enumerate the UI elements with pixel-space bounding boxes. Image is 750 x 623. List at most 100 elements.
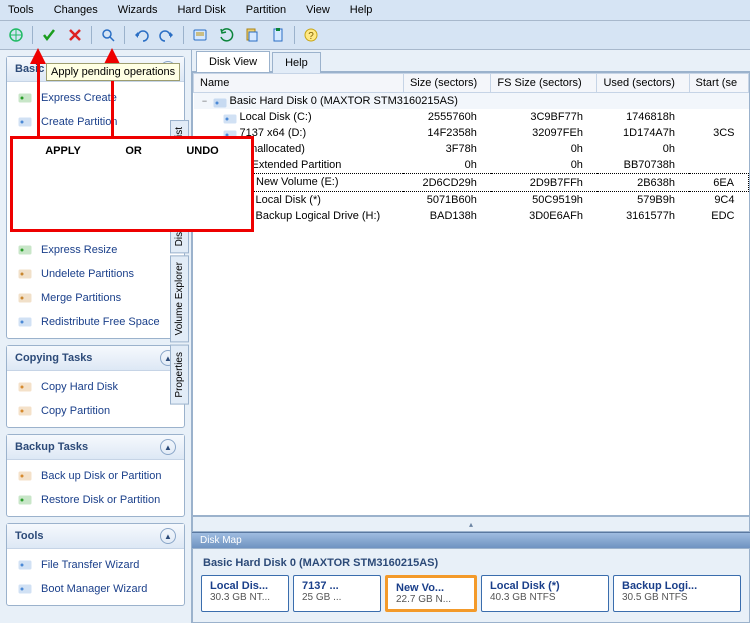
disk-map-block[interactable]: 7137 ...25 GB ...	[293, 575, 381, 612]
partition-name: Local Disk (*)	[256, 194, 321, 206]
cell-size: BAD138h	[403, 208, 490, 224]
task-create-partition[interactable]: Create Partition	[7, 110, 184, 134]
task-label: Redistribute Free Space	[41, 316, 160, 328]
panel-tools-header[interactable]: Tools ▲	[7, 524, 184, 549]
panel-tools-title: Tools	[15, 530, 44, 542]
menu-hard-disk[interactable]: Hard Disk	[173, 2, 229, 18]
disk-map-block[interactable]: Backup Logi...30.5 GB NTFS	[613, 575, 741, 612]
cell-size: 14F2358h	[403, 125, 490, 141]
task-undelete-partitions[interactable]: Undelete Partitions	[7, 262, 184, 286]
view-changes-button[interactable]	[96, 23, 120, 47]
drive-icon	[222, 111, 236, 123]
task-label: Copy Partition	[41, 405, 110, 417]
tab-disk-view[interactable]: Disk View	[196, 51, 270, 72]
cell-used: 1D174A7h	[597, 125, 689, 141]
partition-row[interactable]: -Extended Partition 0h 0h BB70738h	[194, 157, 749, 174]
task-redistribute-free-space[interactable]: Redistribute Free Space	[7, 310, 184, 334]
block-title: New Vo...	[396, 582, 466, 594]
tb-btn-d[interactable]	[266, 23, 290, 47]
task-express-resize[interactable]: Express Resize	[7, 238, 184, 262]
partition-row[interactable]: Local Disk (*) 5071B60h 50C9519h 579B9h …	[194, 191, 749, 208]
cell-fs-size: 3D0E6AFh	[491, 208, 597, 224]
redo-icon	[159, 27, 175, 43]
col-size-sectors-[interactable]: Size (sectors)	[403, 74, 490, 93]
paste-icon	[270, 27, 286, 43]
cell-start	[689, 109, 748, 125]
col-start-se[interactable]: Start (se	[689, 74, 748, 93]
magnifier-icon	[100, 27, 116, 43]
redo-button[interactable]	[155, 23, 179, 47]
block-title: Local Disk (*)	[490, 580, 600, 592]
panel-backup: Backup Tasks ▲ Back up Disk or Partition…	[6, 434, 185, 517]
menu-tools[interactable]: Tools	[4, 2, 38, 18]
tree-toggle[interactable]: −	[200, 96, 210, 106]
apply-button[interactable]	[37, 23, 61, 47]
restore-icon	[17, 492, 33, 508]
task-copy-partition[interactable]: Copy Partition	[7, 399, 184, 423]
menu-partition[interactable]: Partition	[242, 2, 290, 18]
copy-partition-icon	[17, 403, 33, 419]
separator	[294, 26, 295, 44]
panel-backup-header[interactable]: Backup Tasks ▲	[7, 435, 184, 460]
cell-size: 5071B60h	[403, 191, 490, 208]
menubar: Tools Changes Wizards Hard Disk Partitio…	[0, 0, 750, 21]
col-used-sectors-[interactable]: Used (sectors)	[597, 74, 689, 93]
chevron-up-icon[interactable]: ▲	[160, 439, 176, 455]
menu-wizards[interactable]: Wizards	[114, 2, 162, 18]
disk-map-block[interactable]: Local Dis...30.3 GB NT...	[201, 575, 289, 612]
tab-help[interactable]: Help	[272, 52, 321, 73]
clipboard-icon	[244, 27, 260, 43]
tb-btn-b[interactable]	[214, 23, 238, 47]
grip-icon: ▴	[469, 520, 473, 529]
partition-row[interactable]: (Unallocated) 3F78h 0h 0h	[194, 141, 749, 157]
tb-btn-c[interactable]	[240, 23, 264, 47]
cell-used: BB70738h	[597, 157, 689, 174]
task-label: Copy Hard Disk	[41, 381, 118, 393]
tab-properties[interactable]: Properties	[170, 345, 189, 405]
task-label: Boot Manager Wizard	[41, 583, 147, 595]
annotation-line-apply	[37, 62, 40, 136]
cell-start: 3CS	[689, 125, 748, 141]
menu-help[interactable]: Help	[346, 2, 377, 18]
undo-button[interactable]	[129, 23, 153, 47]
chevron-up-icon[interactable]: ▲	[160, 528, 176, 544]
col-name[interactable]: Name	[194, 74, 404, 93]
cell-fs-size: 50C9519h	[491, 191, 597, 208]
splitter-handle[interactable]: ▴	[192, 516, 750, 532]
partition-row[interactable]: Local Disk (C:) 2555760h 3C9BF77h 174681…	[194, 109, 749, 125]
tab-volume-explorer[interactable]: Volume Explorer	[170, 255, 189, 342]
partition-row[interactable]: Backup Logical Drive (H:) BAD138h 3D0E6A…	[194, 208, 749, 224]
tb-btn-a[interactable]	[188, 23, 212, 47]
disk-map-block[interactable]: New Vo...22.7 GB N...	[385, 575, 477, 612]
task-restore-disk-or-partition[interactable]: Restore Disk or Partition	[7, 488, 184, 512]
discard-button[interactable]	[63, 23, 87, 47]
express-create-icon	[17, 90, 33, 106]
partition-name: New Volume (E:)	[256, 176, 339, 188]
panel-copying-header[interactable]: Copying Tasks ▲	[7, 346, 184, 371]
cell-used: 3161577h	[597, 208, 689, 224]
partition-row[interactable]: New Volume (E:) 2D6CD29h 2D9B7FFh 2B638h…	[194, 174, 749, 191]
merge-icon	[17, 290, 33, 306]
undo-icon	[133, 27, 149, 43]
task-label: Undelete Partitions	[41, 268, 134, 280]
disk-row[interactable]: −Basic Hard Disk 0 (MAXTOR STM3160215AS)	[194, 93, 749, 110]
refresh-icon	[218, 27, 234, 43]
task-copy-hard-disk[interactable]: Copy Hard Disk	[7, 375, 184, 399]
col-fs-size-sectors-[interactable]: FS Size (sectors)	[491, 74, 597, 93]
task-boot-manager-wizard[interactable]: Boot Manager Wizard	[7, 577, 184, 601]
task-back-up-disk-or-partition[interactable]: Back up Disk or Partition	[7, 464, 184, 488]
separator	[183, 26, 184, 44]
express-resize-icon	[17, 242, 33, 258]
toolbar-btn-1[interactable]	[4, 23, 28, 47]
partition-row[interactable]: 7137 x64 (D:) 14F2358h 32097FEh 1D174A7h…	[194, 125, 749, 141]
partition-grid[interactable]: NameSize (sectors)FS Size (sectors)Used …	[192, 72, 750, 516]
task-express-create[interactable]: Express Create	[7, 86, 184, 110]
disk-map-block[interactable]: Local Disk (*)40.3 GB NTFS	[481, 575, 609, 612]
boot-mgr-icon	[17, 581, 33, 597]
task-merge-partitions[interactable]: Merge Partitions	[7, 286, 184, 310]
task-file-transfer-wizard[interactable]: File Transfer Wizard	[7, 553, 184, 577]
menu-changes[interactable]: Changes	[50, 2, 102, 18]
menu-view[interactable]: View	[302, 2, 334, 18]
help-button[interactable]: ?	[299, 23, 323, 47]
cell-size: 2D6CD29h	[403, 174, 490, 191]
